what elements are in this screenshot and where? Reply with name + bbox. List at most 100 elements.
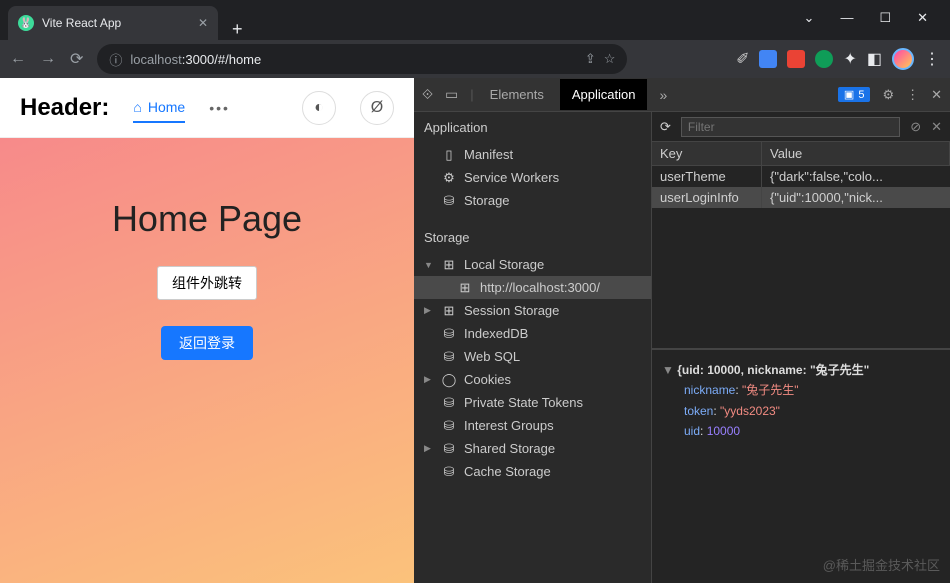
address-bar[interactable]: ⓘ localhost:3000/#/home ⇪ ☆	[97, 44, 627, 74]
sidebar-label: Manifest	[464, 147, 513, 162]
badge-count: 5	[858, 89, 864, 101]
close-window-icon[interactable]: ✕	[917, 10, 928, 26]
jump-button[interactable]: 组件外跳转	[157, 266, 257, 300]
clear-icon[interactable]: ⊘	[910, 119, 921, 135]
delete-icon[interactable]: ✕	[931, 119, 942, 135]
json-key: uid	[684, 424, 700, 438]
sidebar-item-websql[interactable]: ⛁Web SQL	[414, 345, 651, 368]
sidebar-label: Session Storage	[464, 303, 559, 318]
extensions-icon[interactable]: ✦	[843, 49, 856, 69]
th-key[interactable]: Key	[652, 142, 762, 165]
close-icon[interactable]: ✕	[198, 16, 208, 30]
browser-tab[interactable]: 🐰 Vite React App ✕	[8, 6, 218, 40]
issues-badge[interactable]: ▣ 5	[838, 87, 871, 102]
device-icon[interactable]: ▭	[445, 86, 458, 103]
extension-icon[interactable]	[787, 50, 805, 68]
th-value[interactable]: Value	[762, 142, 950, 165]
maximize-icon[interactable]: ☐	[879, 10, 891, 26]
avatar[interactable]	[892, 48, 914, 70]
browser-titlebar: 🐰 Vite React App ✕ + ⌄ ― ☐ ✕	[0, 0, 950, 40]
sidebar-item-service-workers[interactable]: ⚙ Service Workers	[414, 166, 651, 189]
sidebar-label: Interest Groups	[464, 418, 554, 433]
window-controls: ⌄ ― ☐ ✕	[782, 0, 950, 36]
extensions-area: ✐ ✦ ◧ ⋮	[736, 48, 940, 70]
kebab-icon[interactable]: ⋮	[906, 87, 919, 103]
inspect-icon[interactable]: ⟐	[422, 86, 433, 103]
sidebar-label: Local Storage	[464, 257, 544, 272]
section-storage: Storage	[414, 222, 651, 253]
json-value: "兔子先生"	[742, 383, 799, 397]
database-icon: ⊞	[442, 258, 456, 272]
reload-icon[interactable]: ⟳	[70, 49, 83, 69]
devtools-tabs: ⟐ ▭ | Elements Application » ▣ 5 ⚙ ⋮ ✕	[414, 78, 950, 112]
back-icon[interactable]: ←	[10, 50, 26, 68]
sidebar-label: Web SQL	[464, 349, 520, 364]
refresh-icon[interactable]: ⟳	[660, 119, 671, 135]
new-tab-button[interactable]: +	[218, 19, 257, 40]
database-icon: ⊞	[442, 304, 456, 318]
database-icon: ⛁	[442, 327, 456, 341]
sidebar-label: Storage	[464, 193, 510, 208]
devtools-content: ⟳ ⊘ ✕ Key Value userTheme {"dark":false,…	[652, 112, 950, 583]
browser-toolbar: ← → ⟳ ⓘ localhost:3000/#/home ⇪ ☆ ✐ ✦ ◧ …	[0, 40, 950, 78]
sidebar-item-private-tokens[interactable]: ⛁ Private State Tokens	[414, 391, 651, 414]
eyedropper-icon[interactable]: ✐	[736, 49, 749, 69]
sidebar-label: Service Workers	[464, 170, 559, 185]
page-body: Home Page 组件外跳转 返回登录	[0, 138, 414, 583]
sidebar-item-origin[interactable]: ⊞http://localhost:3000/	[414, 276, 651, 299]
panel-icon[interactable]: ◧	[867, 49, 882, 69]
close-devtools-icon[interactable]: ✕	[931, 87, 942, 103]
database-icon: ⛁	[442, 194, 456, 208]
table-row[interactable]: userLoginInfo {"uid":10000,"nick...	[652, 187, 950, 208]
more-tabs-icon[interactable]: »	[659, 87, 667, 103]
sidebar-label: Cache Storage	[464, 464, 551, 479]
caret-icon: ▶	[424, 443, 434, 454]
page-title: Home Page	[112, 198, 302, 240]
nav-home-link[interactable]: ⌂ Home	[133, 99, 185, 123]
gear-icon: ⚙	[442, 171, 456, 185]
minimize-icon[interactable]: ―	[840, 10, 853, 26]
sidebar-item-manifest[interactable]: ▯ Manifest	[414, 143, 651, 166]
devtools-panel: ⟐ ▭ | Elements Application » ▣ 5 ⚙ ⋮ ✕ A…	[414, 78, 950, 583]
back-login-button[interactable]: 返回登录	[161, 326, 253, 360]
sidebar-item-storage[interactable]: ⛁ Storage	[414, 189, 651, 212]
caret-icon: ▶	[424, 374, 434, 385]
favicon-icon: 🐰	[18, 15, 34, 31]
star-icon[interactable]: ☆	[604, 51, 616, 67]
sidebar-item-session-storage[interactable]: ▶⊞Session Storage	[414, 299, 651, 322]
sidebar-label: IndexedDB	[464, 326, 528, 341]
json-value: "yyds2023"	[720, 404, 780, 418]
table-row[interactable]: userTheme {"dark":false,"colo...	[652, 166, 950, 187]
filter-bar: ⟳ ⊘ ✕	[652, 112, 950, 142]
table-header: Key Value	[652, 142, 950, 166]
gear-icon[interactable]: ⚙	[882, 87, 894, 103]
chevron-down-icon[interactable]: ⌄	[804, 10, 815, 26]
cell-value: {"uid":10000,"nick...	[762, 187, 950, 208]
database-icon: ⛁	[442, 396, 456, 410]
lang-toggle-button[interactable]: Ø	[360, 91, 394, 125]
filter-input[interactable]	[681, 117, 900, 137]
tab-elements[interactable]: Elements	[486, 79, 548, 110]
sidebar-item-indexeddb[interactable]: ⛁ IndexedDB	[414, 322, 651, 345]
page-header: Header: ⌂ Home ••• ◐ Ø	[0, 78, 414, 138]
file-icon: ▯	[442, 148, 456, 162]
cell-value: {"dark":false,"colo...	[762, 166, 950, 187]
cell-key: userTheme	[652, 166, 762, 187]
tab-application[interactable]: Application	[560, 79, 648, 110]
sidebar-item-cache-storage[interactable]: ⛁Cache Storage	[414, 460, 651, 483]
theme-toggle-button[interactable]: ◐	[302, 91, 336, 125]
home-link-label: Home	[148, 99, 185, 115]
sidebar-item-local-storage[interactable]: ▼⊞Local Storage	[414, 253, 651, 276]
sidebar-item-interest-groups[interactable]: ⛁Interest Groups	[414, 414, 651, 437]
more-icon[interactable]: •••	[209, 100, 230, 116]
extension-icon[interactable]	[759, 50, 777, 68]
share-icon[interactable]: ⇪	[585, 51, 596, 67]
forward-icon[interactable]: →	[40, 50, 56, 68]
sidebar-item-shared-storage[interactable]: ▶⛁Shared Storage	[414, 437, 651, 460]
page-header-label: Header:	[20, 94, 109, 122]
database-icon: ⊞	[458, 281, 472, 295]
menu-icon[interactable]: ⋮	[924, 49, 940, 69]
sidebar-item-cookies[interactable]: ▶◯Cookies	[414, 368, 651, 391]
extension-icon[interactable]	[815, 50, 833, 68]
sidebar-label: Private State Tokens	[464, 395, 583, 410]
